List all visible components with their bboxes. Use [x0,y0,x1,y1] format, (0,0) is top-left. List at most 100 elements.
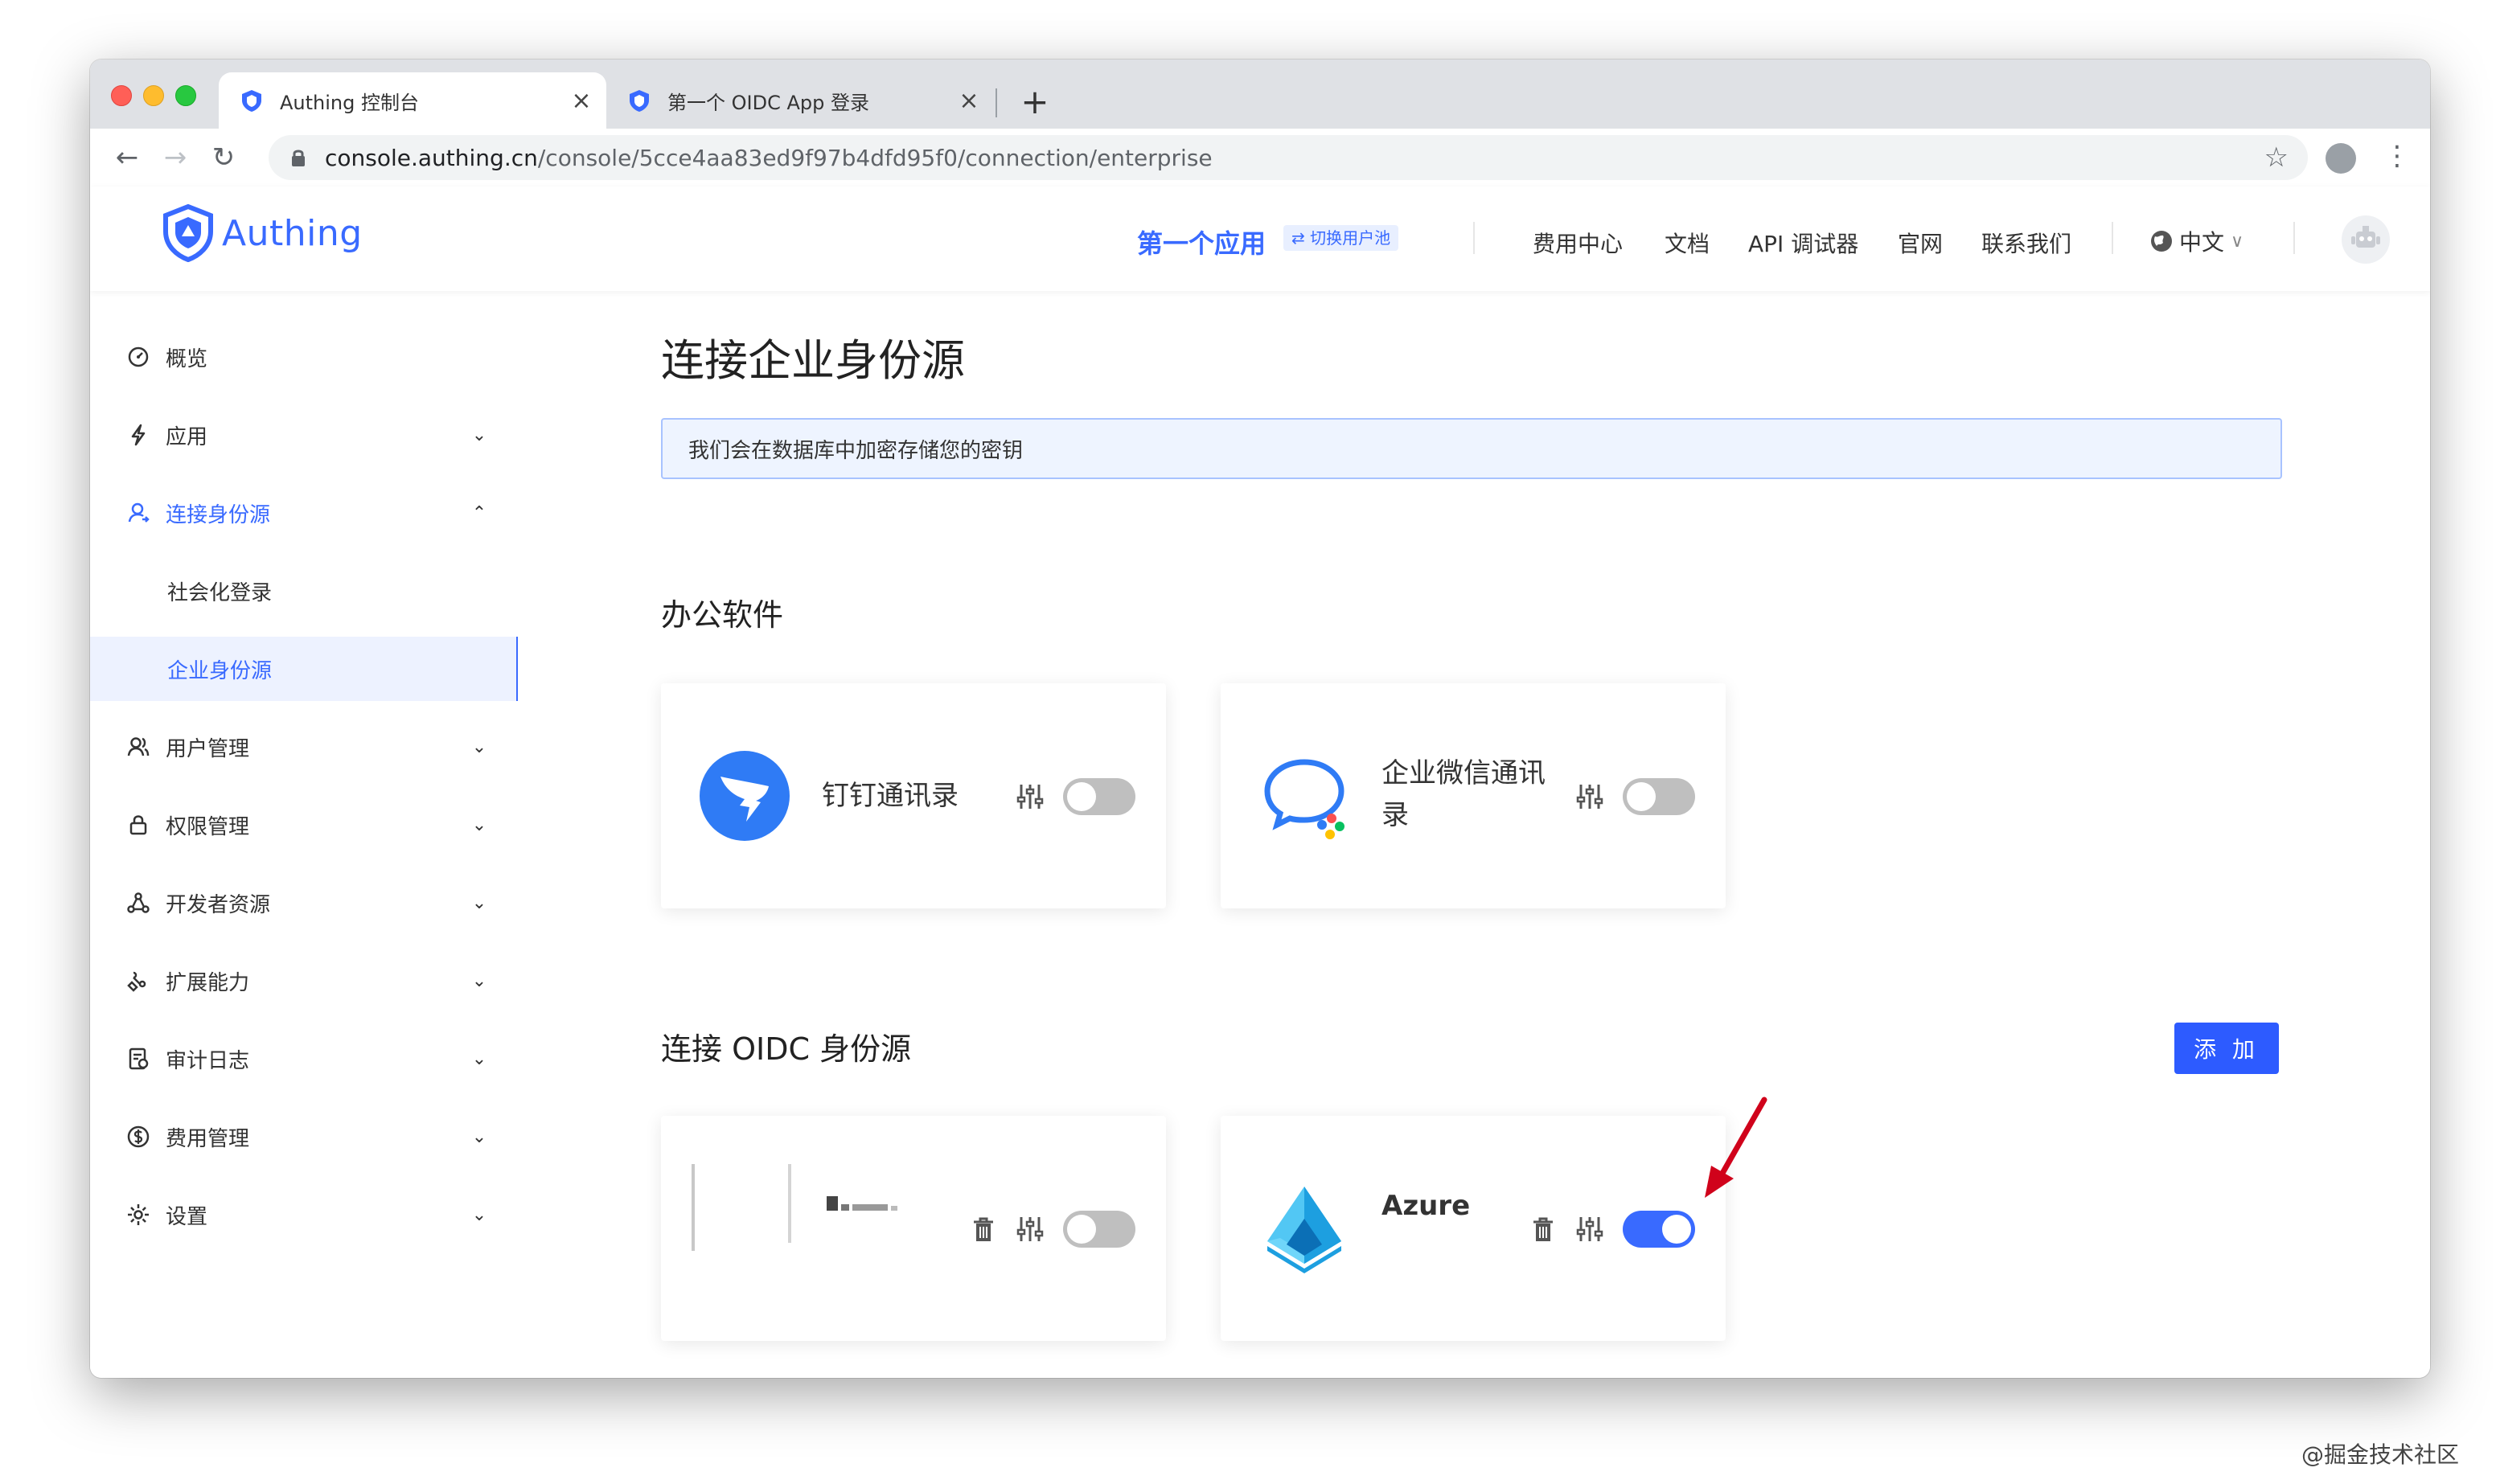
bookmark-star-icon[interactable]: ☆ [2264,143,2289,172]
enable-toggle[interactable] [1063,778,1135,815]
new-tab-icon[interactable]: + [1015,82,1055,122]
sliders-settings-icon[interactable] [1015,1214,1045,1244]
enable-toggle[interactable] [1623,778,1695,815]
connection-card-wecom[interactable]: 企业微信通讯录 [1221,683,1726,908]
header-link-website[interactable]: 官网 [1898,227,1943,259]
browser-tab-authing[interactable]: Authing 控制台 × [219,72,606,129]
sidebar-item-applications[interactable]: 应用 ⌄ [90,403,518,467]
header-link-contact[interactable]: 联系我们 [1981,227,2071,259]
lock-icon [292,150,305,166]
header-link-api-debugger[interactable]: API 调试器 [1748,227,1858,259]
enable-toggle[interactable] [1063,1211,1135,1248]
sidebar-item-enterprise-connections[interactable]: 企业身份源 [90,637,519,701]
connection-name: Azure [1381,1190,1471,1222]
toggle-knob [1067,1215,1096,1244]
sidebar-item-label: 设置 [166,1204,208,1229]
authing-shield-icon [630,90,649,112]
authing-shield-icon [242,90,261,112]
sidebar-item-overview[interactable]: 概览 [90,325,518,389]
sidebar-item-permissions[interactable]: 权限管理 ⌄ [90,793,518,857]
sidebar: 概览 应用 ⌄ 连接身份源 ⌃ 社会化登录 企业身份源 用户管理 ⌄ 权限管理 … [90,291,519,1378]
address-bar-row: ← → ↻ console.authing.cn/console/5cce4aa… [90,129,2430,187]
connection-name: 企业微信通讯录 [1381,752,1546,836]
info-alert: 我们会在数据库中加密存储您的密钥 [661,418,2282,479]
header-link-docs[interactable]: 文档 [1665,227,1710,259]
dingtalk-logo-icon [700,751,790,841]
connection-card-dingtalk[interactable]: 钉钉通讯录 [661,683,1166,908]
sidebar-item-extensions[interactable]: 扩展能力 ⌄ [90,949,518,1013]
header-divider [2112,222,2113,254]
chevron-down-icon: ⌄ [471,1126,487,1147]
profile-avatar-icon[interactable] [2326,143,2356,174]
placeholder-logo-bar [692,1164,695,1251]
add-oidc-button[interactable]: 添 加 [2174,1023,2279,1074]
reload-icon[interactable]: ↻ [206,140,241,175]
connection-name-line2: 录 [1381,799,1409,831]
sidebar-item-label: 连接身份源 [166,502,271,527]
sidebar-item-label: 权限管理 [166,814,250,839]
forward-arrow-icon[interactable]: → [158,140,193,175]
extension-icon [127,971,146,992]
page-title: 连接企业身份源 [661,335,965,386]
main-content: 连接企业身份源 我们会在数据库中加密存储您的密钥 办公软件 钉钉通讯录 企业微信… [518,291,2430,1378]
authing-logo[interactable]: Authing [162,204,363,262]
toggle-knob [1067,782,1096,811]
language-label: 中文 [2179,229,2225,256]
sidebar-item-connections[interactable]: 连接身份源 ⌃ [90,481,518,545]
tab-title: 第一个 OIDC App 登录 [667,91,869,114]
tab-separator [996,88,997,117]
enable-toggle[interactable] [1623,1211,1695,1248]
minimize-window-button[interactable] [143,85,164,106]
url-host: console.authing.cn [325,144,538,171]
header-link-billing[interactable]: 费用中心 [1533,227,1623,259]
toggle-knob [1662,1215,1691,1244]
sidebar-item-label: 概览 [166,346,208,371]
lock-icon [129,815,147,835]
alert-text: 我们会在数据库中加密存储您的密钥 [688,438,1024,463]
sidebar-item-label: 社会化登录 [167,580,273,605]
chevron-down-icon: ⌄ [471,892,487,913]
sidebar-item-audit-log[interactable]: 审计日志 ⌄ [90,1027,518,1091]
chevron-down-icon: ⌄ [471,970,487,991]
chevron-down-icon: ⌄ [471,814,487,835]
sidebar-item-billing[interactable]: 费用管理 ⌄ [90,1105,518,1169]
chevron-down-icon: ⌄ [471,1204,487,1225]
users-icon [127,737,150,756]
sidebar-item-label: 应用 [166,424,208,449]
toggle-knob [1627,782,1656,811]
obscured-name-placeholder [827,1196,897,1214]
header-divider [2293,222,2295,254]
maximize-window-button[interactable] [175,85,196,106]
close-tab-icon[interactable]: × [955,87,983,115]
url-text: console.authing.cn/console/5cce4aa83ed9f… [325,145,1213,171]
audit-log-icon [129,1047,149,1070]
sliders-settings-icon[interactable] [1574,781,1605,812]
connection-card-oidc-custom[interactable] [661,1116,1166,1341]
user-avatar[interactable] [2342,215,2390,264]
trash-icon[interactable] [970,1215,997,1244]
section-title-oidc: 连接 OIDC 身份源 [661,1031,912,1067]
sidebar-item-users[interactable]: 用户管理 ⌄ [90,715,518,779]
azure-ad-logo-icon [1267,1187,1341,1273]
current-app-name[interactable]: 第一个应用 [1137,223,1266,260]
switch-user-pool-button[interactable]: ⇄ 切换用户池 [1283,225,1399,251]
trash-icon[interactable] [1529,1215,1557,1244]
sliders-settings-icon[interactable] [1015,781,1045,812]
chevron-up-icon: ⌃ [471,502,487,523]
close-tab-icon[interactable]: × [568,87,595,115]
browser-tab-oidc[interactable]: 第一个 OIDC App 登录 × [606,72,994,129]
wecom-logo-icon [1264,759,1344,839]
close-window-button[interactable] [111,85,132,106]
sidebar-item-developer[interactable]: 开发者资源 ⌄ [90,871,518,935]
sidebar-item-settings[interactable]: 设置 ⌄ [90,1183,518,1247]
tab-title: Authing 控制台 [280,91,419,114]
back-arrow-icon[interactable]: ← [109,140,145,175]
sidebar-item-label: 企业身份源 [167,658,273,683]
connection-card-azure[interactable]: Azure [1221,1116,1726,1341]
section-title-office: 办公软件 [661,597,784,633]
address-bar[interactable]: console.authing.cn/console/5cce4aa83ed9f… [269,135,2308,180]
browser-menu-icon[interactable]: ⋮ [2383,138,2411,174]
language-selector[interactable]: 中文 ∨ [2149,225,2244,257]
sliders-settings-icon[interactable] [1574,1214,1605,1244]
sidebar-item-social-login[interactable]: 社会化登录 [90,559,518,623]
